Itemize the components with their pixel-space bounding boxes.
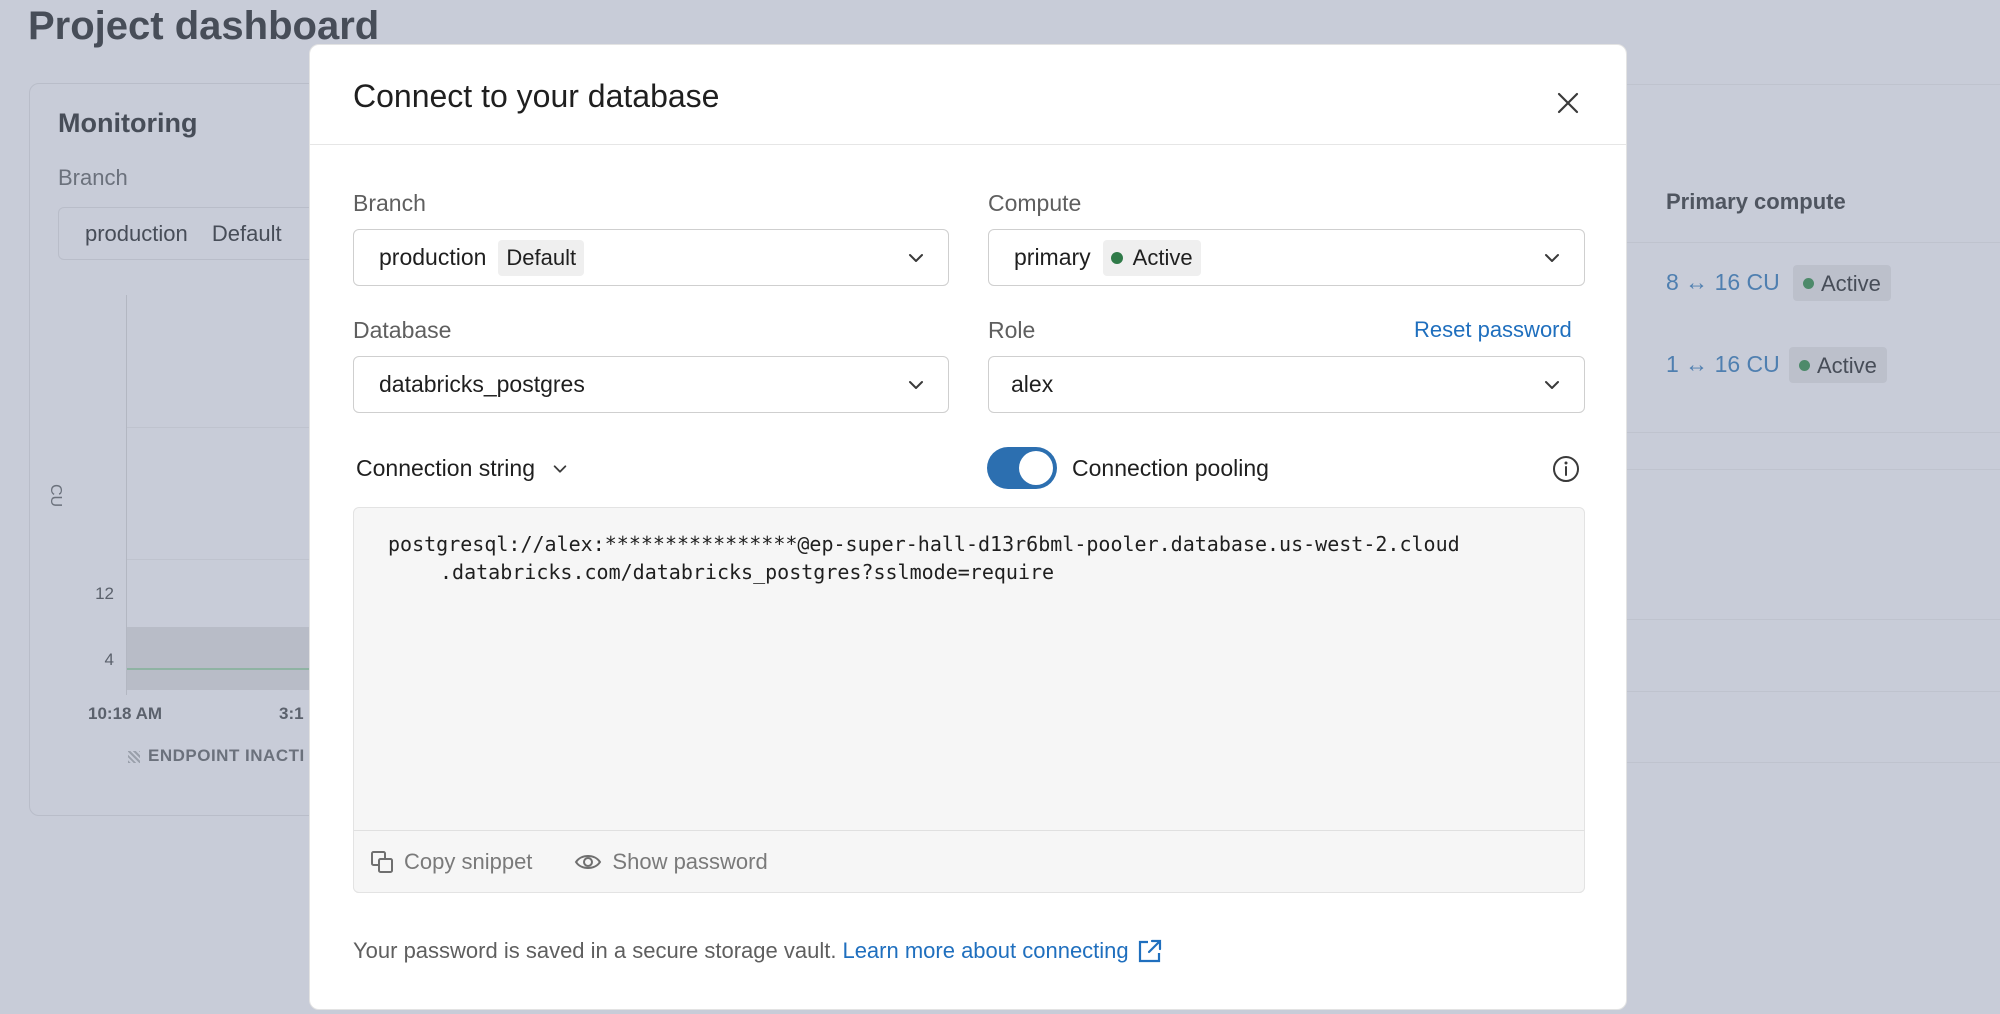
- table-divider: [1626, 84, 2000, 85]
- chart-y-tick: 12: [95, 584, 114, 603]
- connection-pooling-label: Connection pooling: [1072, 455, 1269, 481]
- show-password-button[interactable]: Show password: [574, 848, 768, 875]
- branch-default-tag: Default: [498, 239, 585, 276]
- connection-type-dropdown[interactable]: Connection string: [356, 455, 569, 482]
- monitoring-title: Monitoring: [58, 108, 198, 138]
- hatch-icon: [128, 750, 140, 763]
- status-dot-icon: [1110, 251, 1123, 264]
- code-actions-bar: Copy snippet Show password: [353, 830, 1585, 893]
- connection-string-text: postgresql://alex:****************@ep-su…: [388, 530, 1568, 586]
- eye-icon: [575, 854, 602, 869]
- table-header: Primary compute: [1666, 189, 1846, 214]
- status-badge: Active: [1789, 347, 1887, 383]
- code-line: postgresql://alex:****************@ep-su…: [388, 532, 1460, 556]
- table-divider: [1626, 619, 2000, 620]
- modal-divider: [310, 144, 1626, 145]
- chevron-down-icon: [1545, 254, 1559, 262]
- role-select[interactable]: alex: [988, 356, 1585, 413]
- footer-text: Your password is saved in a secure stora…: [353, 938, 837, 963]
- close-button[interactable]: [1546, 81, 1590, 125]
- footer-note: Your password is saved in a secure stora…: [353, 938, 1163, 964]
- monitoring-branch-tag: Default: [211, 221, 282, 246]
- branch-label: Branch: [353, 190, 426, 216]
- compute-range-link[interactable]: 1 ↔ 16 CU: [1666, 351, 1780, 378]
- branch-value: production: [379, 244, 487, 270]
- chart-legend: ENDPOINT INACTI: [128, 746, 305, 766]
- close-icon: [1557, 92, 1579, 114]
- modal-title: Connect to your database: [353, 78, 720, 114]
- chart-y-unit: CU: [47, 484, 64, 508]
- learn-more-link[interactable]: Learn more about connecting: [842, 938, 1162, 964]
- copy-snippet-button[interactable]: Copy snippet: [370, 849, 532, 875]
- database-select[interactable]: databricks_postgres: [353, 356, 949, 413]
- status-badge: Active: [1793, 265, 1891, 301]
- chart-x-tick: 3:1: [279, 704, 304, 723]
- monitoring-branch-value: production: [85, 221, 188, 246]
- compute-range-link[interactable]: 8 ↔ 16 CU: [1666, 269, 1780, 296]
- chart-x-tick: 10:18 AM: [88, 704, 163, 723]
- chevron-down-icon: [909, 254, 923, 262]
- external-link-icon: [1138, 939, 1161, 963]
- compute-select[interactable]: primary Active: [988, 229, 1585, 286]
- page-title: Project dashboard: [28, 4, 380, 48]
- show-password-label: Show password: [612, 848, 768, 874]
- copy-icon: [371, 850, 393, 873]
- role-label: Role: [988, 317, 1036, 343]
- monitoring-chart: [126, 295, 326, 695]
- code-line: .databricks.com/databricks_postgres?sslm…: [440, 560, 1055, 584]
- connection-type-label: Connection string: [356, 455, 535, 481]
- info-icon[interactable]: [1551, 454, 1581, 484]
- chevron-down-icon: [1545, 381, 1559, 389]
- branch-select[interactable]: production Default: [353, 229, 949, 286]
- table-divider: [1626, 242, 2000, 243]
- table-divider: [1626, 469, 2000, 470]
- toggle-knob: [1019, 451, 1053, 485]
- table-divider: [1626, 691, 2000, 692]
- compute-status-badge: Active: [1102, 239, 1201, 276]
- reset-password-link[interactable]: Reset password: [1414, 317, 1572, 343]
- table-divider: [1626, 432, 2000, 433]
- monitoring-branch-label: Branch: [58, 165, 128, 190]
- connection-pooling-toggle[interactable]: [987, 447, 1057, 489]
- chart-y-tick: 4: [104, 650, 114, 669]
- copy-snippet-label: Copy snippet: [404, 848, 533, 874]
- chevron-down-icon: [909, 381, 923, 389]
- compute-value: primary: [1014, 244, 1091, 270]
- connect-modal: Connect to your database Branch producti…: [309, 44, 1627, 1010]
- database-label: Database: [353, 317, 452, 343]
- chevron-down-icon: [553, 464, 567, 473]
- compute-label: Compute: [988, 190, 1082, 216]
- role-value: alex: [1011, 371, 1054, 397]
- database-value: databricks_postgres: [379, 371, 585, 397]
- table-divider: [1626, 762, 2000, 763]
